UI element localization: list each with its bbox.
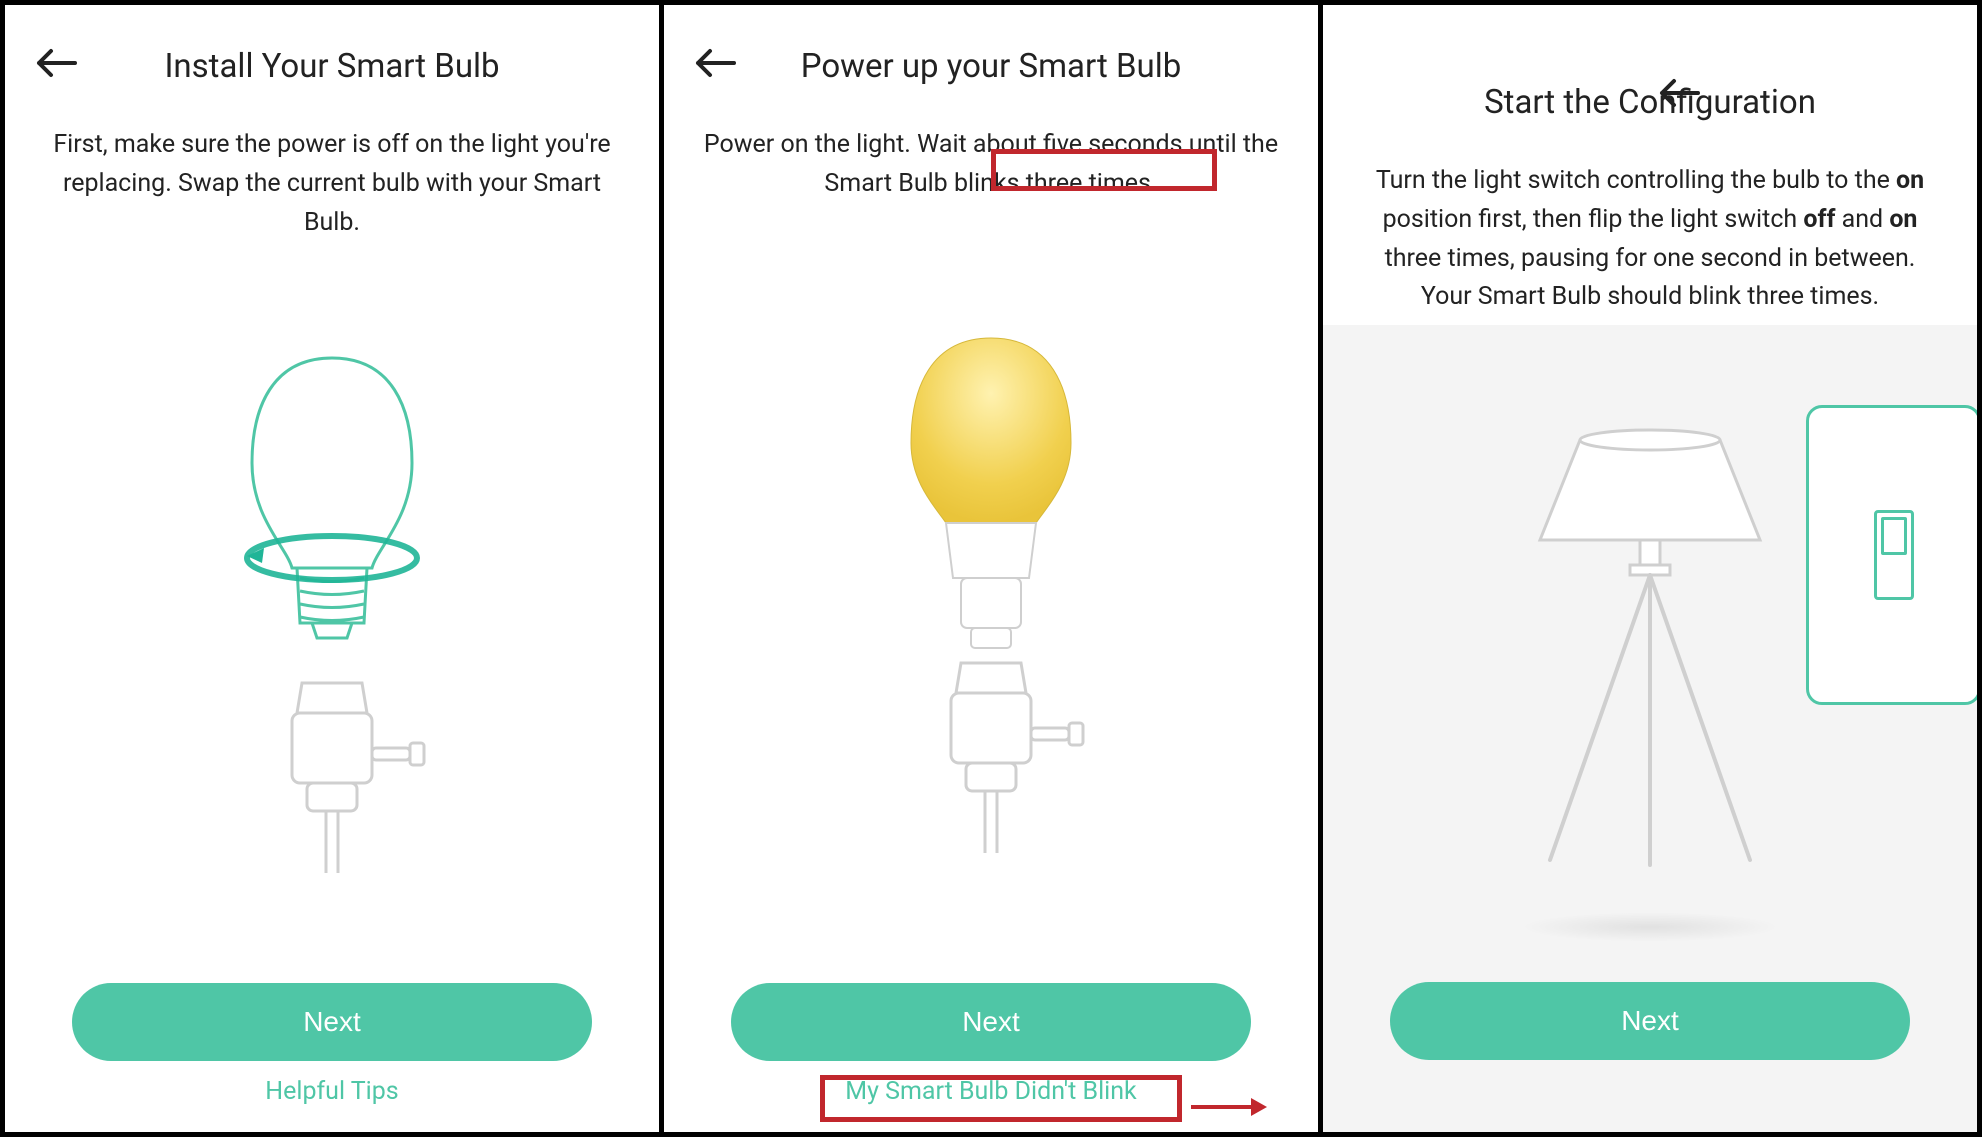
next-button[interactable]: Next [1390, 982, 1910, 1060]
instruction-text: First, make sure the power is off on the… [42, 126, 622, 242]
panel-configuration: Start the Configuration Turn the light s… [1323, 5, 1977, 1132]
page-title: Start the Configuration [1484, 83, 1816, 122]
annotation-highlight-didnt-blink [820, 1075, 1182, 1122]
annotation-arrow-icon [1189, 1092, 1269, 1122]
annotation-highlight-blinks [991, 149, 1217, 191]
helpful-tips-link[interactable]: Helpful Tips [251, 1071, 412, 1112]
bulb-glowing-illustration [694, 214, 1288, 974]
back-arrow-icon [694, 47, 738, 79]
light-switch-panel[interactable] [1806, 405, 1977, 705]
back-arrow-button[interactable] [35, 47, 79, 83]
light-switch-slot [1874, 510, 1914, 600]
panel-install: Install Your Smart Bulb First, make sure… [5, 5, 664, 1132]
next-button[interactable]: Next [731, 983, 1251, 1061]
back-arrow-icon [35, 47, 79, 79]
light-switch-toggle[interactable] [1881, 517, 1907, 555]
instruction-text: Turn the light switch controlling the bu… [1360, 162, 1940, 317]
page-title: Install Your Smart Bulb [164, 47, 499, 86]
next-button[interactable]: Next [72, 983, 592, 1061]
bulb-install-illustration [35, 252, 629, 973]
lamp-shadow [1520, 912, 1780, 942]
back-arrow-button[interactable] [694, 47, 738, 83]
page-title: Power up your Smart Bulb [801, 47, 1182, 86]
